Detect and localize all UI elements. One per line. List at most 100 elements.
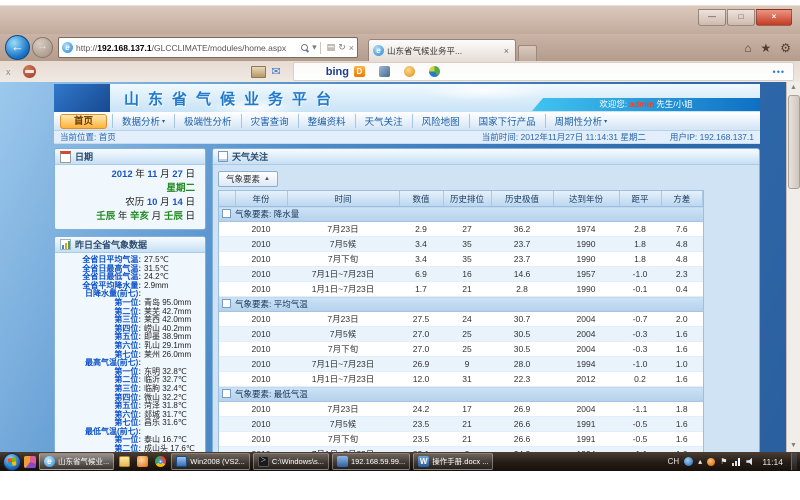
url-text[interactable]: http://192.168.137.1/GLCCLIMATE/modules/… — [76, 43, 299, 53]
volume-icon[interactable] — [746, 458, 754, 466]
expand-checkbox[interactable] — [222, 389, 231, 398]
home-icon[interactable]: ⌂ — [744, 41, 751, 55]
table-data-row[interactable]: 20107月1日~7月23日6.91614.61957-1.02.3 — [219, 267, 703, 282]
window-titlebar[interactable]: — □ × — [0, 5, 800, 36]
more-tools-icon[interactable]: ••• — [773, 67, 785, 77]
start-button[interactable] — [3, 453, 21, 471]
expand-checkbox[interactable] — [222, 299, 231, 308]
highlight-tool-icon[interactable] — [404, 66, 415, 77]
table-data-row[interactable]: 20101月1日~7月23日1.7212.81990-0.10.4 — [219, 282, 703, 297]
table-data-row[interactable]: 20107月下旬3.43523.719901.84.8 — [219, 252, 703, 267]
group-label: 气象要素: 平均气温 — [235, 299, 308, 309]
refresh-icon[interactable]: ↻ — [338, 42, 346, 53]
share-tool-icon[interactable] — [429, 66, 440, 77]
table-cell: 2010 — [235, 402, 287, 417]
minimize-button[interactable]: — — [698, 9, 726, 26]
nav-menu-item[interactable]: 首页 — [60, 114, 107, 129]
taskbar-task-button[interactable] — [135, 454, 150, 469]
table-cell: 2.8 — [619, 222, 661, 237]
table-cell: 7月23日 — [287, 222, 399, 237]
column-header[interactable]: 数值 — [399, 191, 443, 207]
snapshot-icon[interactable] — [251, 66, 266, 78]
table-cell: 17 — [443, 402, 491, 417]
table-cell: -0.3 — [619, 327, 661, 342]
table-group-row[interactable]: 气象要素: 最低气温 — [219, 387, 703, 402]
element-filter-button[interactable]: 气象要素 ▲ — [218, 171, 278, 187]
column-header[interactable]: 方差 — [661, 191, 703, 207]
table-data-row[interactable]: 20107月5候23.52126.61991-0.51.6 — [219, 417, 703, 432]
nav-menu-item[interactable]: 天气关注 — [355, 114, 412, 128]
back-button[interactable]: ← — [5, 35, 30, 60]
table-data-row[interactable]: 20107月1日~7月23日26.9928.01994-1.01.0 — [219, 357, 703, 372]
forward-button[interactable]: → — [32, 37, 53, 58]
column-header[interactable]: 达到年份 — [553, 191, 619, 207]
quick-launch-icon[interactable] — [24, 456, 36, 468]
taskbar-task-button[interactable] — [153, 454, 168, 469]
stop-icon[interactable]: × — [349, 43, 354, 53]
table-data-row[interactable]: 20107月23日27.52430.72004-0.72.0 — [219, 312, 703, 327]
table-data-row[interactable]: 20107月下旬23.52126.61991-0.51.6 — [219, 432, 703, 447]
table-group-row[interactable]: 气象要素: 降水量 — [219, 207, 703, 222]
main-menu: 首页 数据分析 ▾ 极端性分析 灾害查询 整编资料 — [54, 112, 760, 131]
favorites-star-icon[interactable]: ★ — [760, 41, 771, 55]
nav-menu-item[interactable]: 风险地图 — [412, 114, 469, 128]
addon-bar-close-icon[interactable]: x — [6, 67, 11, 77]
nav-menu-item[interactable]: 极端性分析 — [174, 114, 241, 128]
column-header[interactable]: 历史排位 — [443, 191, 491, 207]
language-indicator[interactable]: CH — [668, 457, 680, 466]
new-tab-button[interactable] — [518, 45, 537, 61]
tray-expand-icon[interactable]: ▴ — [698, 457, 702, 466]
bing-badge-icon[interactable]: D — [354, 66, 365, 77]
search-dropdown-icon[interactable]: ▾ — [312, 42, 317, 53]
taskbar-task-button[interactable]: 192.168.59.99... — [332, 453, 410, 470]
nav-menu-item[interactable]: 国家下行产品 — [469, 114, 545, 128]
table-data-row[interactable]: 20107月下旬27.02530.52004-0.31.6 — [219, 342, 703, 357]
weather-focus-header: 天气关注 — [213, 149, 759, 165]
action-center-flag-icon[interactable]: ⚑ — [720, 457, 727, 466]
address-bar[interactable]: e http://192.168.137.1/GLCCLIMATE/module… — [58, 37, 358, 58]
task-icon: e — [44, 456, 55, 467]
tab-close-icon[interactable]: × — [502, 46, 511, 56]
maximize-button[interactable]: □ — [727, 9, 755, 26]
video-tool-icon[interactable] — [379, 66, 390, 77]
nav-menu-item[interactable]: 整编资料 — [298, 114, 355, 128]
scroll-down-icon[interactable]: ▼ — [787, 440, 800, 452]
column-header[interactable]: 时间 — [287, 191, 399, 207]
table-group-row[interactable]: 气象要素: 平均气温 — [219, 297, 703, 312]
table-data-row[interactable]: 20107月5候27.02530.52004-0.31.6 — [219, 327, 703, 342]
show-desktop-button[interactable] — [791, 453, 797, 470]
table-data-row[interactable]: 20107月23日2.92736.219742.87.6 — [219, 222, 703, 237]
scroll-up-icon[interactable]: ▲ — [787, 82, 800, 94]
close-button[interactable]: × — [756, 9, 792, 26]
nav-menu-item[interactable]: 数据分析 ▾ — [112, 114, 174, 128]
table-data-row[interactable]: 20107月23日24.21726.92004-1.11.8 — [219, 402, 703, 417]
taskbar-task-button[interactable] — [117, 454, 132, 469]
expand-checkbox[interactable] — [222, 209, 231, 218]
notification-icon[interactable] — [707, 458, 715, 466]
nav-menu-item[interactable]: 周期性分析 ▾ — [545, 114, 617, 128]
weather-summary-value: 2.9mm — [144, 282, 168, 291]
column-header[interactable]: 距平 — [619, 191, 661, 207]
taskbar-task-button[interactable]: e 山东省气候业... — [39, 453, 114, 470]
mail-icon[interactable]: ✉ — [272, 65, 281, 78]
nav-menu-item[interactable]: 灾害查询 — [241, 114, 298, 128]
column-header[interactable]: 年份 — [235, 191, 287, 207]
blocked-addon-icon[interactable] — [23, 65, 36, 78]
ime-icon[interactable] — [684, 457, 693, 466]
table-data-row[interactable]: 20107月5候3.43523.719901.84.8 — [219, 237, 703, 252]
task-label: 山东省气候业... — [58, 456, 109, 467]
search-icon[interactable] — [301, 44, 309, 52]
taskbar-task-button[interactable]: W 操作手册.docx ... — [413, 453, 493, 470]
table-data-row[interactable]: 20101月1日~7月23日12.03122.320120.21.6 — [219, 372, 703, 387]
network-icon[interactable] — [732, 458, 741, 466]
taskbar-task-button[interactable]: Win2008 (VS2... — [171, 453, 250, 470]
settings-gear-icon[interactable]: ⚙ — [780, 41, 791, 55]
scrollbar-thumb[interactable] — [788, 95, 800, 189]
compatibility-view-icon[interactable]: ▤ — [327, 42, 336, 53]
vertical-scrollbar[interactable]: ▲ ▼ — [786, 82, 800, 452]
bing-logo[interactable]: bing — [326, 66, 349, 78]
taskbar-task-button[interactable]: ＞ C:\Windows\s... — [253, 453, 329, 470]
column-header[interactable]: 历史极值 — [491, 191, 553, 207]
taskbar-clock[interactable]: 11:14 — [759, 457, 786, 467]
browser-tab[interactable]: e 山东省气候业务平... × — [368, 39, 516, 61]
